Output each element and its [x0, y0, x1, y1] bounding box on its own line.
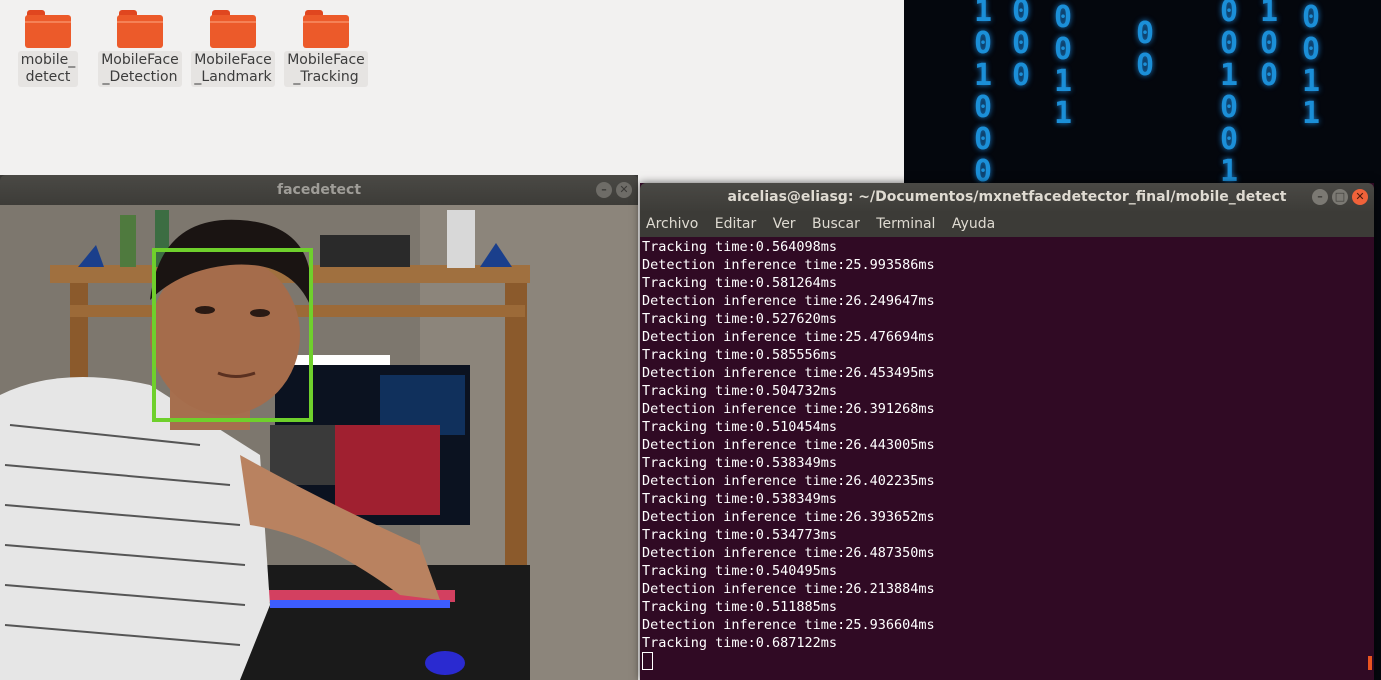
close-button[interactable]: ✕ — [616, 182, 632, 198]
folder-label: MobileFace _Detection — [98, 51, 182, 87]
minimize-button[interactable]: – — [596, 182, 612, 198]
menu-ver[interactable]: Ver — [773, 216, 796, 232]
terminal-cursor — [642, 652, 653, 670]
scrollbar-thumb[interactable] — [1368, 656, 1372, 670]
folder-icon — [25, 10, 71, 48]
matrix-column: 1 0 1 0 0 0 — [974, 0, 993, 189]
matrix-column: 0 0 1 0 0 1 — [1220, 0, 1239, 189]
menu-terminal[interactable]: Terminal — [876, 216, 935, 232]
terminal-line: Detection inference time:26.391268ms — [642, 401, 935, 417]
terminal-window: aicelias@eliasg: ~/Documentos/mxnetfaced… — [640, 183, 1374, 680]
terminal-line: Detection inference time:26.487350ms — [642, 545, 935, 561]
terminal-line: Detection inference time:26.453495ms — [642, 365, 935, 381]
terminal-titlebar[interactable]: aicelias@eliasg: ~/Documentos/mxnetfaced… — [640, 183, 1374, 211]
menu-buscar[interactable]: Buscar — [812, 216, 860, 232]
camera-feed — [0, 205, 638, 680]
terminal-line: Tracking time:0.538349ms — [642, 491, 838, 507]
face-detection-box — [152, 248, 313, 422]
menu-archivo[interactable]: Archivo — [646, 216, 698, 232]
desktop-folder-mobileface-landmark[interactable]: MobileFace _Landmark — [189, 10, 277, 87]
folder-label: MobileFace _Landmark — [191, 51, 275, 87]
facedetect-titlebar[interactable]: facedetect – ✕ — [0, 175, 638, 205]
menu-editar[interactable]: Editar — [715, 216, 756, 232]
menu-ayuda[interactable]: Ayuda — [952, 216, 995, 232]
terminal-line: Tracking time:0.687122ms — [642, 635, 838, 651]
matrix-column: 0 0 1 1 — [1302, 0, 1321, 131]
terminal-menubar: Archivo Editar Ver Buscar Terminal Ayuda — [640, 211, 1374, 237]
desktop-folder-mobileface-detection[interactable]: MobileFace _Detection — [96, 10, 184, 87]
terminal-title: aicelias@eliasg: ~/Documentos/mxnetfaced… — [727, 189, 1287, 205]
minimize-button[interactable]: – — [1312, 189, 1328, 205]
terminal-line: Tracking time:0.534773ms — [642, 527, 838, 543]
terminal-line: Tracking time:0.585556ms — [642, 347, 838, 363]
terminal-line: Tracking time:0.538349ms — [642, 455, 838, 471]
terminal-line: Detection inference time:26.213884ms — [642, 581, 935, 597]
window-title: facedetect — [276, 182, 362, 198]
camera-image — [0, 205, 638, 680]
terminal-line: Tracking time:0.527620ms — [642, 311, 838, 327]
terminal-line: Tracking time:0.504732ms — [642, 383, 838, 399]
maximize-button[interactable]: □ — [1332, 189, 1348, 205]
terminal-line: Tracking time:0.564098ms — [642, 239, 838, 255]
terminal-line: Detection inference time:25.936604ms — [642, 617, 935, 633]
terminal-output[interactable]: Tracking time:0.564098ms Detection infere… — [642, 238, 1364, 680]
terminal-line: Detection inference time:26.402235ms — [642, 473, 935, 489]
matrix-column: 1 0 0 — [1260, 0, 1279, 93]
close-button[interactable]: ✕ — [1352, 189, 1368, 205]
folder-icon — [117, 10, 163, 48]
matrix-column: 0 0 — [1136, 16, 1155, 83]
terminal-line: Tracking time:0.510454ms — [642, 419, 838, 435]
terminal-line: Detection inference time:26.393652ms — [642, 509, 935, 525]
terminal-line: Detection inference time:25.476694ms — [642, 329, 935, 345]
desktop-folder-mobile-detect[interactable]: mobile_ detect — [4, 10, 92, 87]
terminal-line: Detection inference time:26.443005ms — [642, 437, 935, 453]
matrix-column: 0 0 1 1 — [1054, 0, 1073, 131]
folder-icon — [303, 10, 349, 48]
terminal-line: Tracking time:0.511885ms — [642, 599, 838, 615]
desktop-folder-mobileface-tracking[interactable]: MobileFace _Tracking — [282, 10, 370, 87]
terminal-line: Tracking time:0.540495ms — [642, 563, 838, 579]
facedetect-window: facedetect – ✕ — [0, 175, 638, 680]
terminal-line: Detection inference time:26.249647ms — [642, 293, 935, 309]
folder-label: MobileFace _Tracking — [284, 51, 368, 87]
folder-icon — [210, 10, 256, 48]
terminal-line: Detection inference time:25.993586ms — [642, 257, 935, 273]
folder-label: mobile_ detect — [17, 51, 79, 87]
terminal-line: Tracking time:0.581264ms — [642, 275, 838, 291]
matrix-column: 0 0 0 — [1012, 0, 1031, 93]
